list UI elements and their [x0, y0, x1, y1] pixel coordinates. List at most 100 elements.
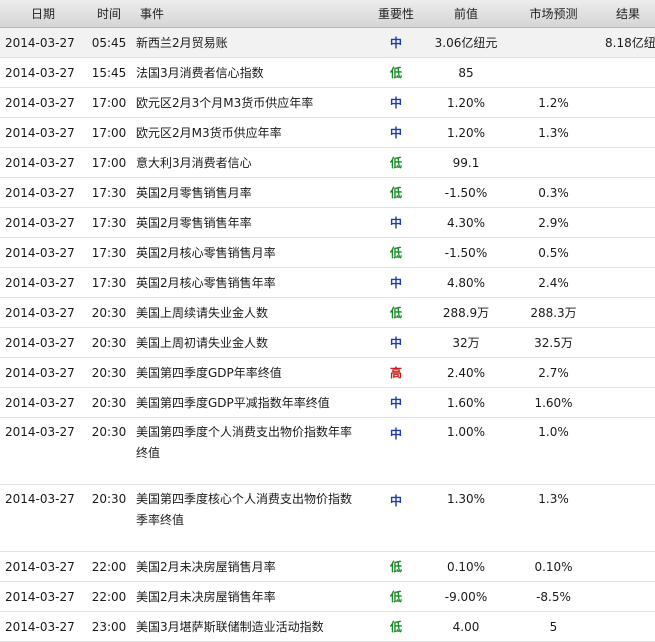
time-cell: 15:45 — [86, 57, 132, 88]
result-value-cell — [601, 177, 655, 208]
previous-value-cell: 85 — [426, 57, 506, 88]
importance-badge: 低 — [366, 581, 426, 612]
importance-badge: 低 — [366, 237, 426, 268]
date-cell: 2014-03-27 — [0, 147, 86, 178]
date-cell: 2014-03-27 — [0, 87, 86, 118]
header-result[interactable]: 结果 — [601, 0, 655, 28]
time-cell: 20:30 — [86, 297, 132, 328]
event-cell: 英国2月核心零售销售月率 — [132, 237, 366, 268]
previous-value-cell: 0.10% — [426, 551, 506, 582]
event-cell: 美国第四季度核心个人消费支出物价指数季率终值 — [132, 484, 366, 552]
date-cell: 2014-03-27 — [0, 267, 86, 298]
table-row[interactable]: 2014-03-2705:45新西兰2月贸易账中3.06亿纽元 8.18亿纽元 — [0, 27, 655, 58]
importance-badge: 低 — [366, 297, 426, 328]
forecast-value-cell: 0.10% — [506, 551, 601, 582]
importance-badge: 中 — [366, 327, 426, 358]
date-cell: 2014-03-27 — [0, 357, 86, 388]
table-row[interactable]: 2014-03-27 20:30 美国上周续请失业金人数低 288.9万 288.3万 — [0, 297, 655, 328]
importance-badge: 低 — [366, 611, 426, 642]
importance-badge: 中 — [366, 417, 426, 485]
table-row[interactable]: 2014-03-27 22:00 美国2月未决房屋销售年率低 -9.00% -8.5% — [0, 581, 655, 612]
table-row[interactable]: 2014-03-27 17:30 英国2月零售销售年率中 4.30% 2.9% — [0, 207, 655, 238]
event-cell: 美国3月堪萨斯联储制造业活动指数 — [132, 611, 366, 642]
importance-badge: 低 — [366, 147, 426, 178]
result-value-cell — [601, 551, 655, 582]
importance-badge: 中 — [366, 87, 426, 118]
table-header: 日期 时间 事件 重要性 前值 市场预测 结果 — [0, 0, 655, 28]
table-row[interactable]: 2014-03-27 17:00 欧元区2月M3货币供应年率中 1.20% 1.3% — [0, 117, 655, 148]
table-row[interactable]: 2014-03-27 20:30 美国第四季度核心个人消费支出物价指数季率终值中 1.… — [0, 484, 655, 552]
previous-value-cell: 2.40% — [426, 357, 506, 388]
header-time[interactable]: 时间 — [86, 0, 132, 28]
header-date[interactable]: 日期 — [0, 0, 86, 28]
result-value-cell: 8.18亿纽元 — [601, 27, 655, 58]
forecast-value-cell: 5 — [506, 611, 601, 642]
forecast-value-cell: 0.5% — [506, 237, 601, 268]
forecast-value-cell: 0.3% — [506, 177, 601, 208]
result-value-cell — [601, 237, 655, 268]
table-row[interactable]: 2014-03-27 20:30 美国第四季度GDP平减指数年率终值中 1.60% 1.… — [0, 387, 655, 418]
forecast-value-cell: 1.2% — [506, 87, 601, 118]
header-importance[interactable]: 重要性 — [366, 0, 426, 28]
table-row[interactable]: 2014-03-27 17:30 英国2月核心零售销售年率中 4.80% 2.4% — [0, 267, 655, 298]
table-row[interactable]: 2014-03-27 20:30 美国第四季度个人消费支出物价指数年率终值中 1.00… — [0, 417, 655, 485]
importance-badge: 中 — [366, 484, 426, 552]
header-event[interactable]: 事件 — [132, 0, 366, 28]
table-row[interactable]: 2014-03-27 17:00 意大利3月消费者信心低 99.1 — [0, 147, 655, 178]
forecast-value-cell: 1.60% — [506, 387, 601, 418]
previous-value-cell: 3.06亿纽元 — [426, 27, 506, 58]
table-body: 2014-03-2705:45新西兰2月贸易账中3.06亿纽元8.18亿纽元20… — [0, 27, 655, 642]
result-value-cell — [601, 417, 655, 485]
forecast-value-cell: 32.5万 — [506, 327, 601, 358]
table-row[interactable]: 2014-03-27 20:30 美国上周初请失业金人数中 32万 32.5万 — [0, 327, 655, 358]
table-row[interactable]: 2014-03-27 17:30 英国2月零售销售月率低 -1.50% 0.3% — [0, 177, 655, 208]
importance-badge: 中 — [366, 267, 426, 298]
event-cell: 美国上周续请失业金人数 — [132, 297, 366, 328]
previous-value-cell: 4.00 — [426, 611, 506, 642]
table-row[interactable]: 2014-03-27 17:00 欧元区2月3个月M3货币供应年率中 1.20% 1.2… — [0, 87, 655, 118]
previous-value-cell: -1.50% — [426, 177, 506, 208]
event-cell: 美国第四季度GDP平减指数年率终值 — [132, 387, 366, 418]
forecast-value-cell: 288.3万 — [506, 297, 601, 328]
previous-value-cell: 288.9万 — [426, 297, 506, 328]
importance-badge: 高 — [366, 357, 426, 388]
result-value-cell — [601, 581, 655, 612]
date-cell: 2014-03-27 — [0, 484, 86, 552]
importance-badge: 中 — [366, 207, 426, 238]
forecast-value-cell — [506, 147, 601, 178]
result-value-cell — [601, 267, 655, 298]
event-cell: 英国2月零售销售年率 — [132, 207, 366, 238]
result-value-cell — [601, 327, 655, 358]
date-cell: 2014-03-27 — [0, 207, 86, 238]
event-cell: 美国第四季度GDP年率终值 — [132, 357, 366, 388]
previous-value-cell: 1.30% — [426, 484, 506, 552]
date-cell: 2014-03-27 — [0, 27, 86, 58]
table-row[interactable]: 2014-03-27 20:30 美国第四季度GDP年率终值高 2.40% 2.7% — [0, 357, 655, 388]
importance-badge: 中 — [366, 117, 426, 148]
table-row[interactable]: 2014-03-27 23:00 美国3月堪萨斯联储制造业活动指数低 4.00 5 — [0, 611, 655, 642]
previous-value-cell: 4.30% — [426, 207, 506, 238]
time-cell: 22:00 — [86, 551, 132, 582]
date-cell: 2014-03-27 — [0, 551, 86, 582]
table-row[interactable]: 2014-03-27 15:45 法国3月消费者信心指数低 85 — [0, 57, 655, 88]
result-value-cell — [601, 87, 655, 118]
result-value-cell — [601, 147, 655, 178]
previous-value-cell: 4.80% — [426, 267, 506, 298]
table-row[interactable]: 2014-03-27 22:00 美国2月未决房屋销售月率低 0.10% 0.10% — [0, 551, 655, 582]
time-cell: 20:30 — [86, 357, 132, 388]
header-previous[interactable]: 前值 — [426, 0, 506, 28]
previous-value-cell: 1.00% — [426, 417, 506, 485]
date-cell: 2014-03-27 — [0, 297, 86, 328]
previous-value-cell: 1.60% — [426, 387, 506, 418]
forecast-value-cell: 1.0% — [506, 417, 601, 485]
event-cell: 欧元区2月3个月M3货币供应年率 — [132, 87, 366, 118]
table-row[interactable]: 2014-03-27 17:30 英国2月核心零售销售月率低 -1.50% 0.5% — [0, 237, 655, 268]
date-cell: 2014-03-27 — [0, 417, 86, 485]
result-value-cell — [601, 484, 655, 552]
date-cell: 2014-03-27 — [0, 611, 86, 642]
header-forecast[interactable]: 市场预测 — [506, 0, 601, 28]
time-cell: 20:30 — [86, 387, 132, 418]
forecast-value-cell: 2.7% — [506, 357, 601, 388]
event-cell: 美国2月未决房屋销售年率 — [132, 581, 366, 612]
time-cell: 17:30 — [86, 267, 132, 298]
